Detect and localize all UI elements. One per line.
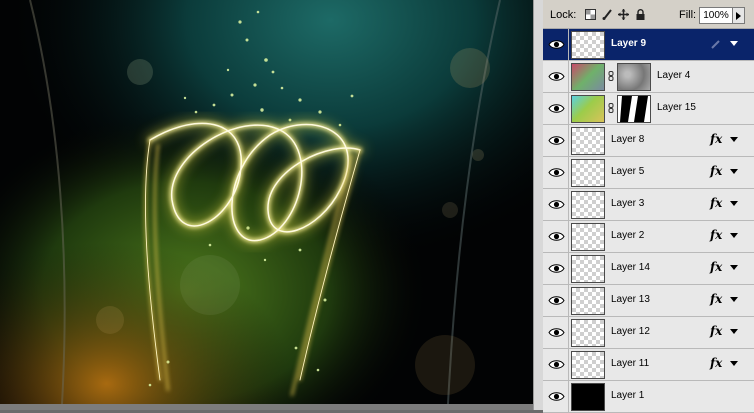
visibility-eye-icon[interactable] [547,357,566,372]
layers-panel: Lock: Fill: 100% Layer 9 Layer 4 Layer 15 L… [543,0,754,413]
layer-effects-icon[interactable]: fx [710,260,722,274]
layer-effects-icon[interactable]: fx [710,324,722,338]
layer-thumbnail[interactable] [571,127,605,155]
layer-row[interactable]: Layer 13 fx [543,285,754,317]
layer-mask-thumbnail[interactable] [617,63,651,91]
layer-row[interactable]: Layer 9 [543,29,754,61]
visibility-eye-icon[interactable] [547,101,566,116]
lock-all-icon[interactable] [635,9,646,20]
row-divider [568,189,569,220]
layer-row[interactable]: Layer 15 [543,93,754,125]
document-canvas[interactable] [0,0,533,404]
mask-link-icon[interactable] [608,103,614,113]
visibility-eye-icon[interactable] [547,229,566,244]
expand-effects-arrow[interactable] [730,265,738,270]
row-divider [568,253,569,284]
layer-row[interactable]: Layer 5 fx [543,157,754,189]
layer-thumbnail[interactable] [571,191,605,219]
layer-thumbnail[interactable] [571,95,605,123]
layer-row[interactable]: Layer 2 fx [543,221,754,253]
visibility-eye-icon[interactable] [547,293,566,308]
expand-effects-arrow[interactable] [730,297,738,302]
canvas-vertical-scrollbar[interactable] [533,0,543,410]
fill-slider-toggle[interactable] [732,7,745,24]
canvas-area[interactable] [0,0,543,410]
expand-arrow[interactable] [730,41,738,46]
layer-mask-thumbnail[interactable] [617,95,651,123]
artwork [0,0,533,404]
visibility-eye-icon[interactable] [547,165,566,180]
layer-name: Layer 14 [611,262,650,273]
row-divider [568,93,569,124]
layer-thumbnail[interactable] [571,319,605,347]
row-divider [568,125,569,156]
layer-name: Layer 2 [611,230,645,241]
lock-image-pixels-icon[interactable] [602,9,613,20]
visibility-eye-icon[interactable] [547,389,566,404]
lock-position-icon[interactable] [618,9,629,20]
layer-effects-icon[interactable]: fx [710,164,722,178]
layer-name: Layer 13 [611,294,650,305]
visibility-eye-icon[interactable] [547,197,566,212]
lock-transparent-pixels-icon[interactable] [585,9,596,20]
layer-row[interactable]: Layer 3 fx [543,189,754,221]
layer-effects-icon[interactable]: fx [710,356,722,370]
row-divider [568,157,569,188]
expand-effects-arrow[interactable] [730,137,738,142]
expand-effects-arrow[interactable] [730,201,738,206]
layer-name: Layer 8 [611,134,645,145]
layers-list: Layer 9 Layer 4 Layer 15 Layer 8 fx Layer 5 fx… [543,29,754,413]
brush-icon [711,40,720,49]
fill-input[interactable]: 100% [699,7,733,24]
layer-row[interactable]: Layer 12 fx [543,317,754,349]
layer-name: Layer 15 [657,102,696,113]
lock-label: Lock: [550,9,577,21]
fill-label: Fill: [679,9,697,21]
layer-effects-icon[interactable]: fx [710,132,722,146]
mask-link-icon[interactable] [608,71,614,81]
row-divider [568,221,569,252]
layer-name: Layer 5 [611,166,645,177]
layer-thumbnail[interactable] [571,351,605,379]
row-divider [568,29,569,60]
expand-effects-arrow[interactable] [730,233,738,238]
layers-options-bar: Lock: Fill: 100% [543,0,754,29]
layer-thumbnail[interactable] [571,223,605,251]
layer-row[interactable]: Layer 14 fx [543,253,754,285]
layer-thumbnail[interactable] [571,255,605,283]
row-divider [568,349,569,380]
layer-name: Layer 9 [611,38,647,49]
layer-name: Layer 11 [611,358,650,369]
layer-name: Layer 12 [611,326,650,337]
mask-shape [620,96,648,122]
visibility-eye-icon[interactable] [547,261,566,276]
layer-name: Layer 3 [611,198,645,209]
expand-effects-arrow[interactable] [730,329,738,334]
expand-effects-arrow[interactable] [730,361,738,366]
layer-row[interactable]: Layer 4 [543,61,754,93]
layer-name: Layer 4 [657,70,691,81]
layer-row[interactable]: Layer 1 [543,381,754,413]
expand-effects-arrow[interactable] [730,169,738,174]
visibility-eye-icon[interactable] [547,37,566,52]
row-divider [568,285,569,316]
layer-row[interactable]: Layer 11 fx [543,349,754,381]
layer-row[interactable]: Layer 8 fx [543,125,754,157]
visibility-eye-icon[interactable] [547,133,566,148]
layer-effects-icon[interactable]: fx [710,292,722,306]
layer-thumbnail[interactable] [571,159,605,187]
row-divider [568,381,569,412]
row-divider [568,317,569,348]
layer-thumbnail[interactable] [571,31,605,59]
row-divider [568,61,569,92]
layer-effects-icon[interactable]: fx [710,228,722,242]
layer-thumbnail[interactable] [571,63,605,91]
visibility-eye-icon[interactable] [547,325,566,340]
layer-thumbnail[interactable] [571,287,605,315]
layer-name: Layer 1 [611,390,645,401]
layer-effects-icon[interactable]: fx [710,196,722,210]
layer-thumbnail[interactable] [571,383,605,411]
visibility-eye-icon[interactable] [547,69,566,84]
